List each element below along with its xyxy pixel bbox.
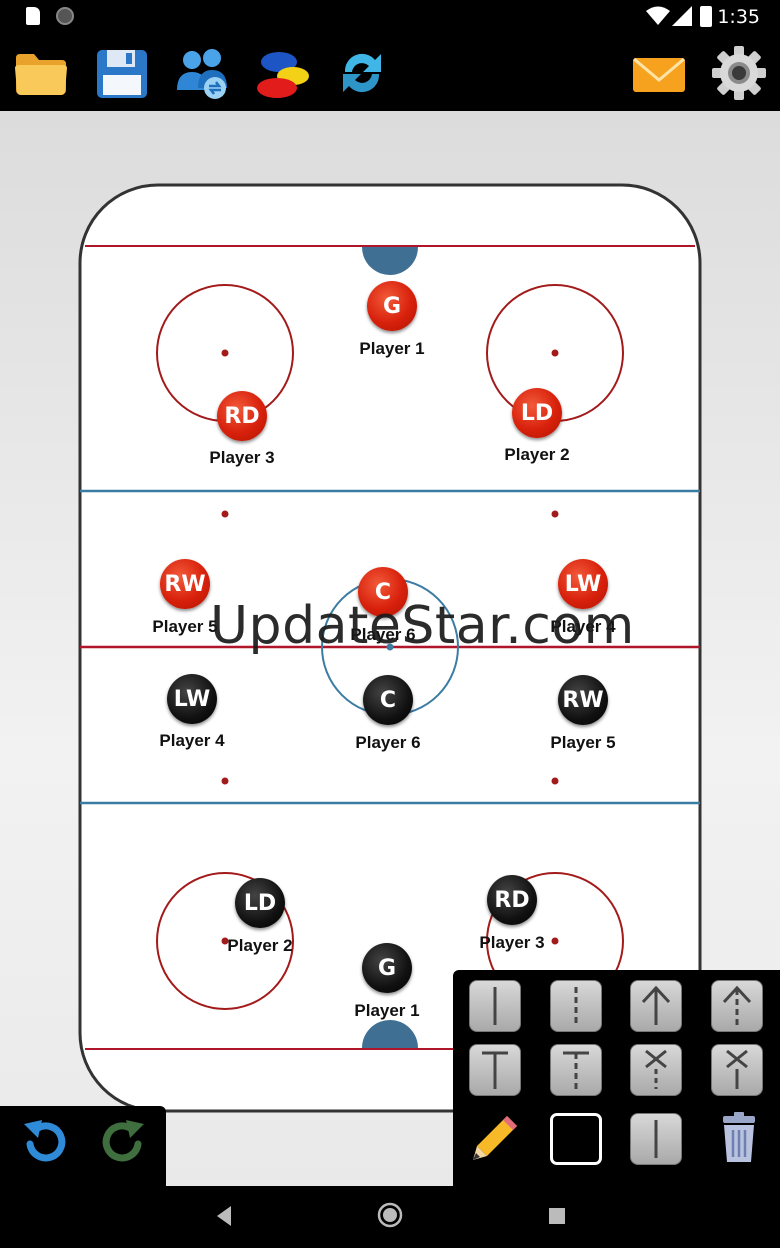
recents-icon[interactable] xyxy=(547,1206,567,1226)
refresh-button[interactable] xyxy=(333,44,391,102)
watermark-text: UpdateStar.com xyxy=(210,596,635,656)
refresh-icon xyxy=(343,53,381,93)
sd-card-icon xyxy=(26,7,40,25)
player-position: C xyxy=(379,687,397,713)
t-line-tool[interactable] xyxy=(469,1044,521,1096)
t-line-icon xyxy=(482,1051,508,1089)
player-position: RW xyxy=(562,687,604,713)
player-label: Player 3 xyxy=(209,448,275,467)
redo-icon xyxy=(102,1120,144,1162)
dashed-arrow-icon xyxy=(722,985,752,1025)
player-marker-red-rw[interactable]: RW xyxy=(160,559,210,609)
player-marker-red-ld[interactable]: LD xyxy=(512,388,562,438)
player-marker-black-ld[interactable]: LD xyxy=(235,878,285,928)
player-position: RD xyxy=(494,887,530,913)
delete-button[interactable] xyxy=(711,1110,767,1166)
folder-icon xyxy=(15,54,67,95)
x-arrow-tool[interactable] xyxy=(630,1044,682,1096)
solid-line-tool[interactable] xyxy=(469,980,521,1032)
solid-line-icon xyxy=(493,987,497,1025)
navigation-bar xyxy=(0,1186,780,1248)
status-time: 1:35 xyxy=(717,6,760,28)
player-marker-black-rw[interactable]: RW xyxy=(558,675,608,725)
player-position: G xyxy=(382,293,402,319)
x-line-icon xyxy=(726,1049,748,1089)
email-button[interactable] xyxy=(630,44,688,102)
rectangle-tool[interactable] xyxy=(550,1113,602,1165)
dashed-t-line-icon xyxy=(563,1051,589,1089)
back-icon[interactable] xyxy=(213,1204,235,1228)
cones-button[interactable] xyxy=(253,44,311,102)
home-icon[interactable] xyxy=(377,1202,403,1228)
player-marker-red-g[interactable]: G xyxy=(367,281,417,331)
save-icon xyxy=(97,50,147,98)
dashed-t-line-tool[interactable] xyxy=(550,1044,602,1096)
pencil-tool[interactable] xyxy=(467,1110,523,1166)
arrow-line-tool[interactable] xyxy=(630,980,682,1032)
save-button[interactable] xyxy=(93,44,151,102)
signal-icon xyxy=(672,6,692,26)
trash-icon xyxy=(723,1112,755,1162)
line-style-icon xyxy=(654,1120,658,1158)
player-marker-red-rd[interactable]: RD xyxy=(217,391,267,441)
player-position: G xyxy=(377,955,397,981)
player-label: Player 5 xyxy=(152,617,218,636)
x-arrow-icon xyxy=(645,1049,667,1089)
settings-icon xyxy=(712,46,766,100)
open-button[interactable] xyxy=(12,44,70,102)
history-panel xyxy=(0,1106,166,1186)
player-position: LW xyxy=(564,571,602,597)
pencil-icon xyxy=(473,1116,517,1160)
undo-icon xyxy=(24,1120,66,1162)
player-label: Player 2 xyxy=(227,936,293,955)
status-bar: 1:35 xyxy=(0,0,780,34)
x-line-tool[interactable] xyxy=(711,1044,763,1096)
arrow-line-icon xyxy=(641,985,671,1025)
player-label: Player 3 xyxy=(479,933,545,952)
player-marker-black-g[interactable]: G xyxy=(362,943,412,993)
notification-icon xyxy=(56,7,74,25)
player-label: Player 1 xyxy=(359,339,425,358)
player-label: Player 5 xyxy=(550,733,616,752)
drawing-tools-panel xyxy=(453,970,780,1186)
redo-button[interactable] xyxy=(96,1114,152,1170)
settings-button[interactable] xyxy=(710,44,768,102)
player-marker-black-rd[interactable]: RD xyxy=(487,875,537,925)
player-position: RD xyxy=(224,403,260,429)
player-position: LD xyxy=(520,400,554,426)
team-swap-icon xyxy=(177,49,227,99)
player-label: Player 2 xyxy=(504,445,570,464)
player-marker-black-lw[interactable]: LW xyxy=(167,674,217,724)
email-icon xyxy=(633,57,685,92)
player-label: Player 1 xyxy=(354,1001,420,1020)
player-marker-black-c[interactable]: C xyxy=(363,675,413,725)
team-swap-button[interactable] xyxy=(173,44,231,102)
dashed-line-tool[interactable] xyxy=(550,980,602,1032)
player-label: Player 4 xyxy=(159,731,225,750)
dashed-arrow-tool[interactable] xyxy=(711,980,763,1032)
player-label: Player 6 xyxy=(355,733,421,752)
dashed-line-icon xyxy=(574,987,578,1025)
player-position: RW xyxy=(164,571,206,597)
wifi-icon xyxy=(646,6,670,25)
player-position: LW xyxy=(173,686,211,712)
player-position: LD xyxy=(243,890,277,916)
line-style-tool[interactable] xyxy=(630,1113,682,1165)
top-toolbar xyxy=(0,34,780,111)
battery-icon xyxy=(700,6,712,27)
undo-button[interactable] xyxy=(16,1114,72,1170)
cones-icon xyxy=(257,52,309,98)
